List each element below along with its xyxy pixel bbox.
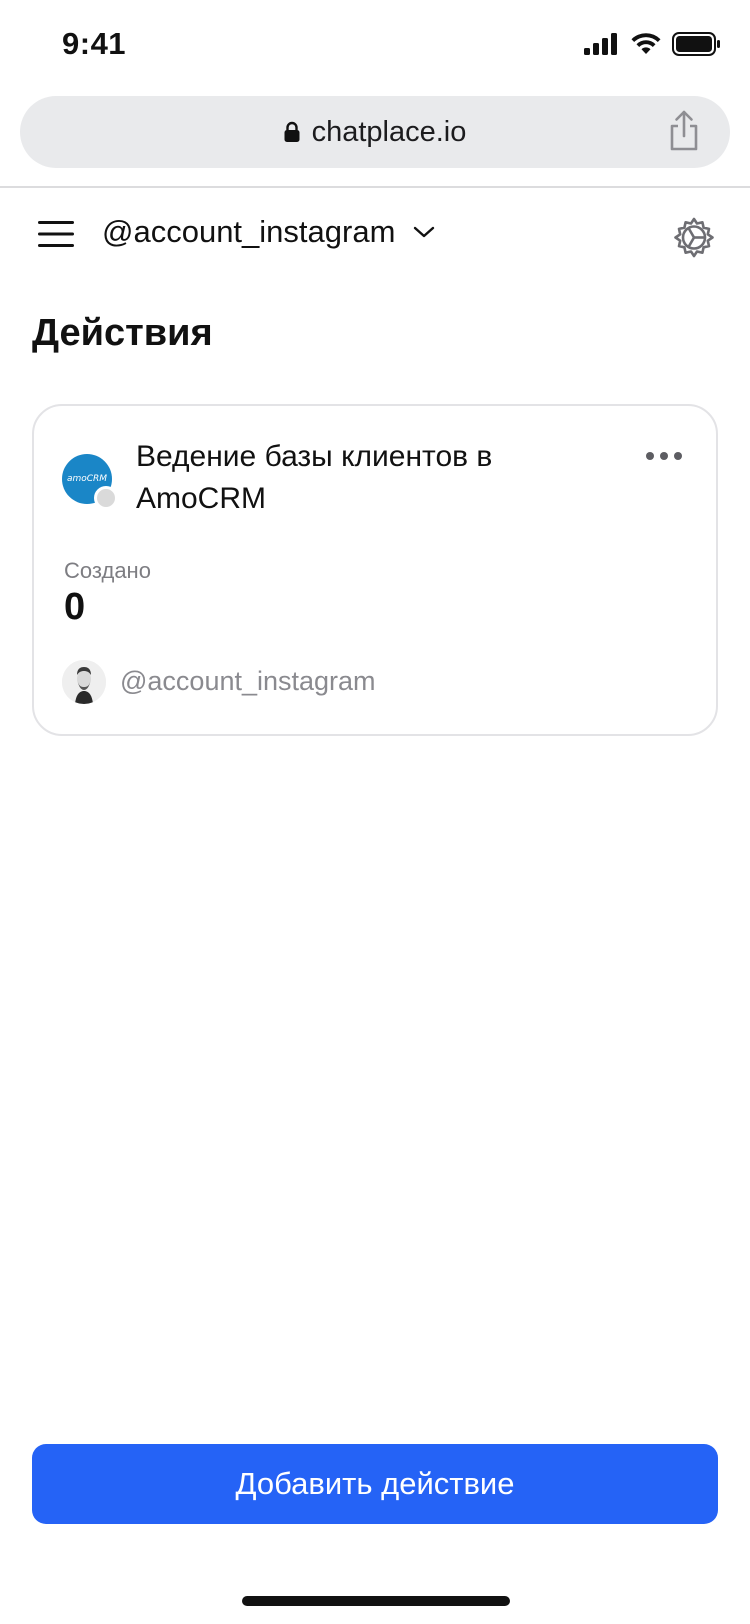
gear-icon[interactable] (672, 216, 716, 260)
signal-icon (584, 33, 617, 55)
more-options-icon[interactable] (646, 452, 682, 460)
header-divider (0, 186, 750, 188)
lock-icon (284, 121, 300, 142)
battery-icon (672, 32, 720, 56)
status-bar: 9:41 (0, 0, 750, 92)
owner-account: @account_instagram (120, 666, 376, 696)
browser-url-bar[interactable]: chatplace.io (20, 96, 730, 168)
action-card[interactable]: amoCRM Ведение базы клиентов в AmoCRM Со… (32, 404, 718, 736)
hamburger-menu-icon[interactable] (38, 220, 74, 248)
account-name: @account_instagram (102, 214, 396, 249)
avatar (62, 660, 106, 704)
page-title: Действия (32, 312, 213, 354)
url-display[interactable]: chatplace.io (20, 96, 730, 168)
share-icon[interactable] (668, 110, 700, 152)
status-time: 9:41 (62, 26, 127, 61)
created-count: 0 (64, 586, 86, 628)
created-label: Создано (64, 558, 151, 583)
status-icons (584, 32, 722, 56)
action-title: Ведение базы клиентов в AmoCRM (136, 440, 493, 515)
home-indicator (242, 1596, 510, 1606)
wifi-icon (631, 33, 661, 54)
chevron-down-icon (414, 226, 435, 238)
amocrm-logo: amoCRM (62, 454, 118, 510)
app-header: @account_instagram (0, 200, 750, 276)
status-badge (94, 486, 118, 510)
amocrm-logo-text: amoCRM (66, 474, 108, 484)
account-switcher[interactable]: @account_instagram (102, 214, 435, 250)
url-text: chatplace.io (311, 115, 467, 148)
add-action-button[interactable]: Добавить действие (32, 1444, 718, 1524)
